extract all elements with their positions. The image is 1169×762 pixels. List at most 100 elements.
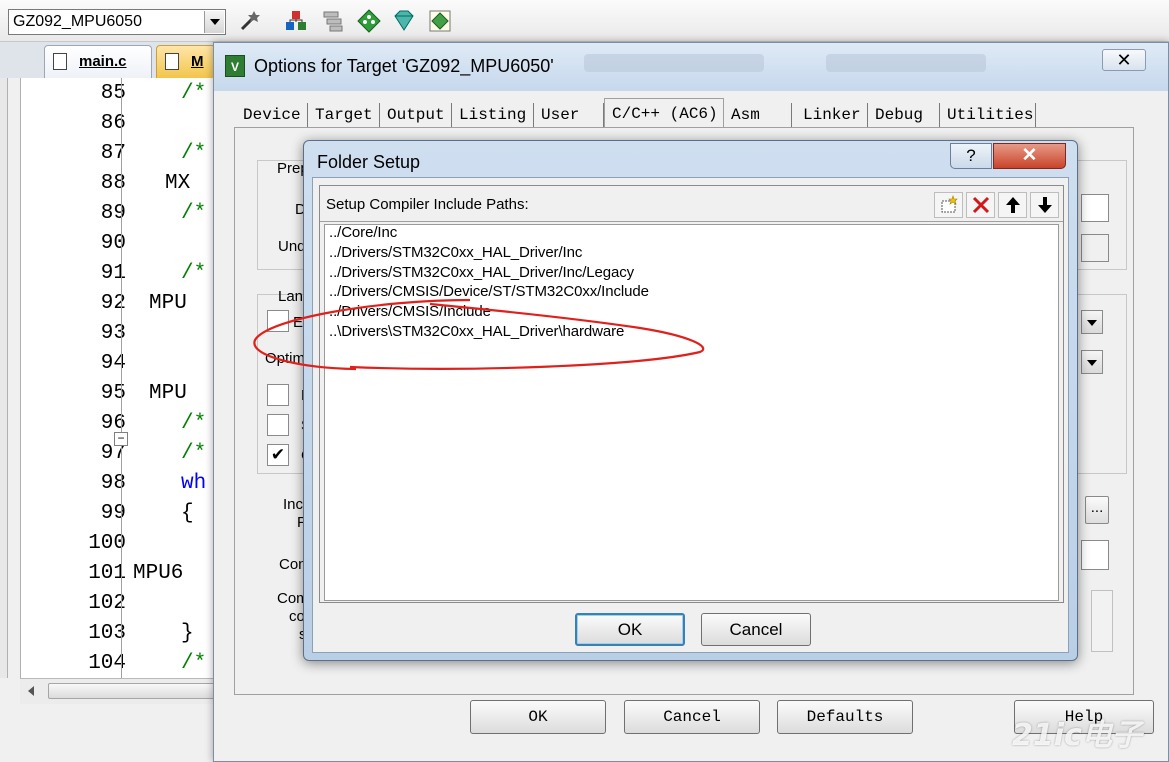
options-tab-row: Device Target Output Listing User C/C++ …: [236, 98, 1136, 130]
chevron-down-icon[interactable]: [1081, 310, 1103, 334]
tab-device[interactable]: Device: [236, 103, 308, 129]
list-item[interactable]: ../Drivers/CMSIS/Device/ST/STM32C0xx/Inc…: [329, 283, 649, 300]
code-line[interactable]: 88 MX: [21, 172, 241, 202]
line-number: 98: [100, 472, 126, 495]
gem-icon[interactable]: [391, 8, 417, 34]
tab-c-cpp-ac6[interactable]: C/C++ (AC6): [604, 98, 724, 130]
manage-components-icon[interactable]: [283, 8, 309, 34]
tab-main-c[interactable]: main.c: [44, 45, 152, 78]
list-item[interactable]: ../Core/Inc: [329, 224, 397, 241]
chevron-down-icon[interactable]: [1081, 350, 1103, 374]
code-line[interactable]: 93: [21, 322, 241, 352]
code-text: /*: [181, 82, 207, 105]
tab-linker[interactable]: Linker: [796, 103, 868, 129]
background-tab-ghost: [584, 54, 764, 72]
build-wand-icon[interactable]: [237, 8, 263, 34]
misc-controls-input[interactable]: [1081, 540, 1109, 570]
stack-icon[interactable]: [320, 8, 346, 34]
line-number: 87: [100, 142, 126, 165]
cancel-button[interactable]: Cancel: [624, 700, 760, 734]
checkbox[interactable]: [267, 414, 289, 436]
tab-second-file[interactable]: M: [156, 45, 216, 78]
uvision-app-icon: V: [225, 55, 245, 77]
code-line[interactable]: 95 MPU: [21, 382, 241, 412]
move-up-icon[interactable]: [998, 192, 1027, 218]
tab-user[interactable]: User: [534, 103, 604, 129]
options-title-bar[interactable]: V Options for Target 'GZ092_MPU6050' ✕: [214, 43, 1168, 91]
code-line[interactable]: 98 wh: [21, 472, 241, 502]
include-paths-list[interactable]: ../Core/Inc ../Drivers/STM32C0xx_HAL_Dri…: [324, 224, 1059, 601]
code-line[interactable]: 85 /*: [21, 82, 241, 112]
defaults-button[interactable]: Defaults: [777, 700, 913, 734]
tab-listing[interactable]: Listing: [452, 103, 534, 129]
code-line[interactable]: 100: [21, 532, 241, 562]
code-text: MX: [165, 172, 191, 195]
editor-horizontal-scrollbar[interactable]: [20, 678, 240, 704]
list-item[interactable]: ../Drivers/CMSIS/Include: [329, 303, 491, 320]
gem-green-icon[interactable]: [427, 8, 453, 34]
fold-toggle-icon[interactable]: −: [114, 432, 128, 446]
code-line[interactable]: 101 MPU6: [21, 562, 241, 592]
code-text: wh: [181, 472, 207, 495]
line-number: 93: [100, 322, 126, 345]
code-line[interactable]: 97 /*: [21, 442, 241, 472]
code-line[interactable]: 96 /*: [21, 412, 241, 442]
close-icon[interactable]: ✕: [993, 143, 1066, 169]
code-line[interactable]: 92 MPU: [21, 292, 241, 322]
tab-asm[interactable]: Asm: [724, 103, 792, 129]
close-icon[interactable]: ✕: [1102, 49, 1146, 71]
include-paths-panel: Setup Compiler Include Paths: ../Core/In…: [319, 185, 1064, 603]
checkbox[interactable]: [267, 310, 289, 332]
code-line[interactable]: 90: [21, 232, 241, 262]
list-item[interactable]: ../Drivers/STM32C0xx_HAL_Driver/Inc: [329, 244, 582, 261]
scrollbar-thumb[interactable]: [48, 683, 228, 699]
scroll-left-icon[interactable]: [28, 686, 34, 696]
tab-debug[interactable]: Debug: [868, 103, 940, 129]
checked-checkbox[interactable]: ✔: [267, 444, 289, 466]
ok-button[interactable]: OK: [470, 700, 606, 734]
code-text: MPU: [149, 382, 187, 405]
delete-icon[interactable]: [966, 192, 995, 218]
compiler-control-scrollbar[interactable]: [1091, 590, 1113, 652]
list-item[interactable]: ../Drivers/STM32C0xx_HAL_Driver/Inc/Lega…: [329, 264, 634, 281]
tab-target[interactable]: Target: [308, 103, 380, 129]
diamond-green-icon[interactable]: [356, 8, 382, 34]
code-line[interactable]: 99 {: [21, 502, 241, 532]
code-line[interactable]: 102: [21, 592, 241, 622]
code-line[interactable]: 86: [21, 112, 241, 142]
target-select-value: GZ092_MPU6050: [13, 13, 142, 30]
tab-label: M: [191, 53, 204, 70]
undefine-input[interactable]: [1081, 234, 1109, 262]
tab-utilities[interactable]: Utilities: [940, 103, 1036, 129]
help-icon[interactable]: ?: [950, 143, 992, 169]
ok-button[interactable]: OK: [575, 613, 685, 646]
include-paths-header: Setup Compiler Include Paths:: [320, 186, 1063, 222]
tab-output[interactable]: Output: [380, 103, 452, 129]
left-panel-edge: [0, 78, 8, 678]
browse-include-paths-button[interactable]: ...: [1085, 496, 1109, 524]
folder-setup-dialog: Folder Setup ? ✕ Setup Compiler Include …: [303, 140, 1078, 661]
code-text: MPU: [149, 292, 187, 315]
code-line[interactable]: 87 /*: [21, 142, 241, 172]
line-number: 104: [88, 652, 126, 675]
define-input[interactable]: [1081, 194, 1109, 222]
chevron-down-icon[interactable]: [204, 11, 224, 33]
code-line[interactable]: 103}: [21, 622, 241, 652]
code-text: /*: [181, 652, 207, 675]
checkbox[interactable]: [267, 384, 289, 406]
code-editor[interactable]: 85 /* 86 87 /* 88 MX 89 /* 90 91 /* 92 MPU 93 94 95 MPU 96…: [20, 78, 240, 678]
ide-toolbar: GZ092_MPU6050: [0, 0, 1169, 42]
target-select[interactable]: GZ092_MPU6050: [8, 9, 226, 35]
cancel-button[interactable]: Cancel: [701, 613, 811, 646]
code-text: }: [181, 622, 194, 645]
code-line[interactable]: 89 /*: [21, 202, 241, 232]
include-paths-label: Inc: [283, 496, 304, 513]
new-folder-icon[interactable]: [934, 192, 963, 218]
code-line[interactable]: 91 /*: [21, 262, 241, 292]
code-line[interactable]: 94: [21, 352, 241, 382]
move-down-icon[interactable]: [1030, 192, 1059, 218]
line-number: 94: [100, 352, 126, 375]
option-label: E: [293, 314, 304, 331]
list-item[interactable]: ..\Drivers\STM32C0xx_HAL_Driver\hardware: [329, 323, 624, 340]
folder-setup-title: Folder Setup: [317, 152, 421, 172]
